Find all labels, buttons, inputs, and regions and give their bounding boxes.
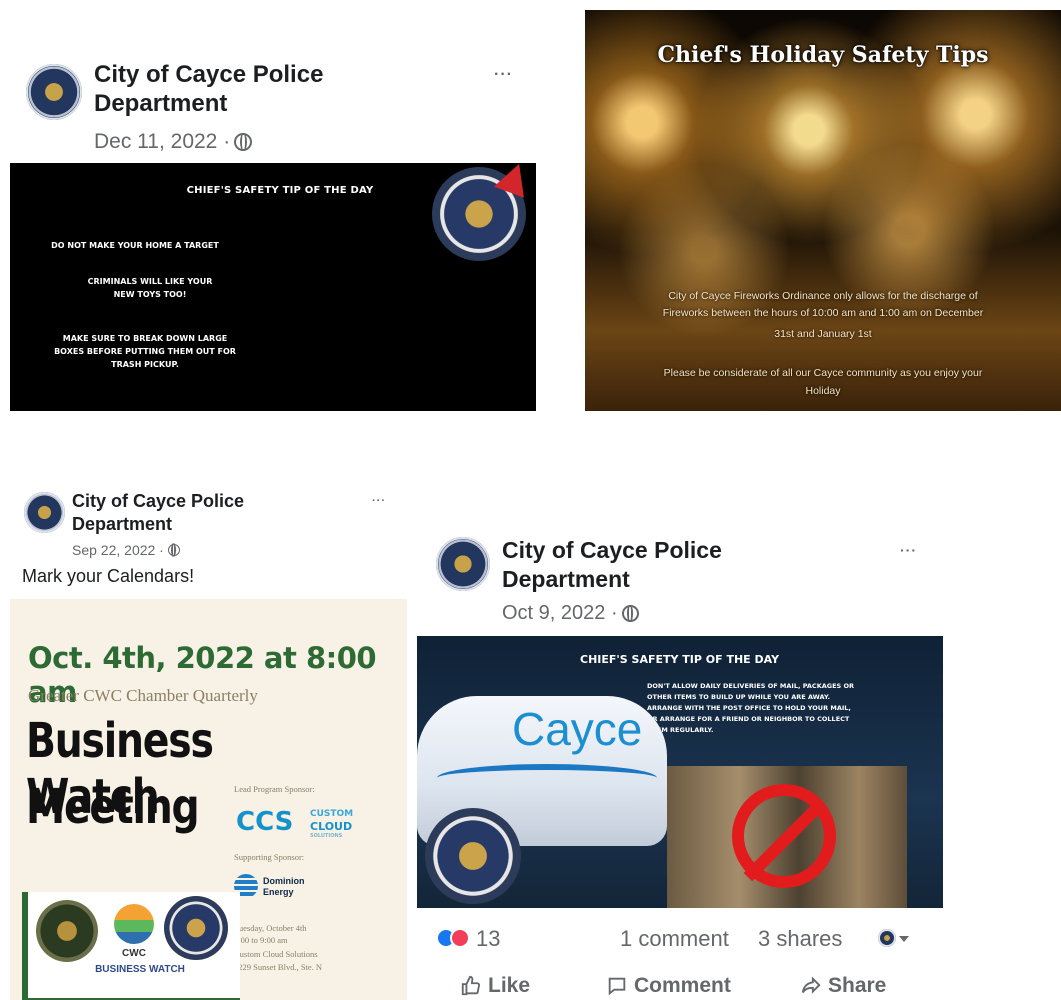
post4-image-text1: DON'T ALLOW DAILY DELIVERIES OF MAIL, PA… bbox=[647, 682, 855, 690]
post2-image-line4: Please be considerate of all our Cayce c… bbox=[663, 367, 983, 379]
post2-image-line5: Holiday bbox=[805, 385, 841, 397]
post3-date[interactable]: Sep 22, 2022 · bbox=[72, 542, 164, 558]
comment-label: Comment bbox=[634, 974, 731, 997]
post1-date[interactable]: Dec 11, 2022 · bbox=[94, 130, 230, 154]
post2-fireworks-image[interactable]: Chief's Holiday Safety Tips City of Cayc… bbox=[585, 10, 1061, 411]
post4-action-bar: Like Comment Share bbox=[436, 974, 936, 1000]
post4-date-row: Oct 9, 2022 · bbox=[502, 602, 639, 625]
flyer-details-2: 8:00 to 9:00 am bbox=[234, 935, 288, 945]
flyer-subtitle: Greater CWC Chamber Quarterly bbox=[28, 686, 258, 705]
page-avatar-icon[interactable] bbox=[878, 929, 896, 947]
cwc-sun-logo bbox=[114, 904, 154, 944]
post4-date[interactable]: Oct 9, 2022 · bbox=[502, 602, 618, 625]
post1-image-line3: NEW TOYS TOO! bbox=[113, 290, 187, 299]
flyer-details-4: 3229 Sunset Blvd., Ste. N bbox=[234, 962, 323, 972]
water-tower-word: Cayce bbox=[512, 703, 643, 755]
police-badge-logo bbox=[36, 900, 98, 962]
post1-image-line6: TRASH PICKUP. bbox=[111, 360, 179, 369]
police-seal-logo bbox=[164, 896, 228, 960]
like-button[interactable]: Like bbox=[460, 974, 530, 998]
comment-count[interactable]: 1 comment bbox=[620, 926, 729, 952]
flyer-details-1: Tuesday, October 4th bbox=[234, 923, 307, 933]
post1-image-line1: DO NOT MAKE YOUR HOME A TARGET bbox=[51, 241, 219, 250]
post3-caption: Mark your Calendars! bbox=[22, 566, 195, 586]
flyer-details-3: Custom Cloud Solutions bbox=[234, 949, 318, 959]
post2-image-line1: City of Cayce Fireworks Ordinance only a… bbox=[668, 290, 978, 302]
post4-author-line1[interactable]: City of Cayce Police bbox=[502, 537, 722, 565]
reaction-count[interactable]: 13 bbox=[476, 926, 500, 952]
post3-author-line2[interactable]: Department bbox=[72, 514, 172, 536]
post4-image-text4: OR ARRANGE FOR A FRIEND OR NEIGHBOR TO C… bbox=[647, 715, 850, 723]
post3-avatar[interactable] bbox=[24, 492, 65, 533]
police-seal-logo bbox=[425, 808, 521, 904]
chevron-down-icon[interactable] bbox=[899, 936, 909, 942]
energy-label: Energy bbox=[263, 887, 294, 897]
post4-author-line2[interactable]: Department bbox=[502, 566, 630, 594]
love-reaction-icon[interactable] bbox=[450, 928, 470, 948]
share-count[interactable]: 3 shares bbox=[758, 926, 842, 952]
post4-image-text3: ARRANGE WITH THE POST OFFICE TO HOLD YOU… bbox=[647, 704, 851, 712]
post4-image-title: CHIEF'S SAFETY TIP OF THE DAY bbox=[580, 653, 780, 666]
post2-image-line2: Fireworks between the hours of 10:00 am … bbox=[662, 307, 984, 319]
share-button[interactable]: Share bbox=[800, 974, 886, 998]
post1-image-line4: MAKE SURE TO BREAK DOWN LARGE bbox=[62, 334, 228, 343]
globe-icon bbox=[167, 543, 180, 557]
like-label: Like bbox=[488, 974, 531, 997]
post4-reactions-bar: 13 1 comment 3 shares bbox=[436, 926, 936, 954]
thumbs-up-icon bbox=[461, 975, 481, 996]
post3-flyer-image[interactable]: Oct. 4th, 2022 at 8:00 am Greater CWC Ch… bbox=[10, 599, 407, 1000]
post4-image-text5: THEM REGULARLY. bbox=[647, 726, 714, 734]
globe-icon bbox=[234, 133, 253, 151]
post2-image-line3: 31st and January 1st bbox=[774, 328, 872, 340]
prohibited-icon bbox=[732, 784, 836, 888]
business-watch-label: BUSINESS WATCH bbox=[95, 964, 185, 975]
post4-image-text2: OTHER ITEMS TO BUILD UP WHILE YOU ARE AW… bbox=[647, 693, 831, 701]
flyer-lead-sponsor-label: Lead Program Sponsor: bbox=[234, 784, 315, 794]
cloud-label: CLOUD bbox=[310, 820, 353, 833]
post3-date-row: Sep 22, 2022 · bbox=[72, 542, 180, 558]
cwc-label: CWC bbox=[122, 948, 146, 959]
custom-label: CUSTOM bbox=[310, 809, 354, 819]
post1-image-line2: CRIMINALS WILL LIKE YOUR bbox=[87, 277, 213, 286]
post3-author-line1[interactable]: City of Cayce Police bbox=[72, 491, 244, 513]
flyer-supporting-sponsor-label: Supporting Sponsor: bbox=[234, 852, 305, 862]
post1-avatar[interactable] bbox=[26, 64, 82, 120]
globe-icon bbox=[621, 605, 639, 622]
comment-icon bbox=[608, 977, 626, 996]
post4-image[interactable]: CHIEF'S SAFETY TIP OF THE DAY DON'T ALLO… bbox=[417, 636, 943, 908]
flyer-title-line2: Meeting bbox=[26, 779, 200, 835]
post4-more-button[interactable]: ··· bbox=[900, 542, 917, 558]
post4-image-text: DON'T ALLOW DAILY DELIVERIES OF MAIL, PA… bbox=[647, 681, 943, 736]
share-label: Share bbox=[828, 974, 887, 997]
post1-date-row: Dec 11, 2022 · bbox=[94, 130, 253, 154]
water-tower-wave bbox=[437, 764, 657, 792]
ccs-logo: CCS bbox=[236, 807, 294, 837]
post3-more-button[interactable]: ··· bbox=[372, 495, 386, 507]
flyer-logo-box: CWC BUSINESS WATCH bbox=[22, 892, 240, 1000]
dominion-label: Dominion bbox=[263, 876, 305, 886]
post1-more-button[interactable]: ··· bbox=[494, 66, 513, 84]
post1-author[interactable]: City of Cayce Police Department bbox=[94, 61, 394, 119]
solutions-label: SOLUTIONS bbox=[310, 833, 343, 839]
post4-avatar[interactable] bbox=[436, 537, 490, 591]
post1-image-title: CHIEF'S SAFETY TIP OF THE DAY bbox=[186, 185, 374, 196]
post2-image-title: Chief's Holiday Safety Tips bbox=[657, 42, 989, 68]
comment-button[interactable]: Comment bbox=[606, 974, 731, 998]
share-icon bbox=[801, 976, 821, 994]
post1-image-line5: BOXES BEFORE PUTTING THEM OUT FOR bbox=[54, 347, 236, 356]
post1-image[interactable]: CHIEF'S SAFETY TIP OF THE DAY DO NOT MAK… bbox=[10, 158, 536, 411]
